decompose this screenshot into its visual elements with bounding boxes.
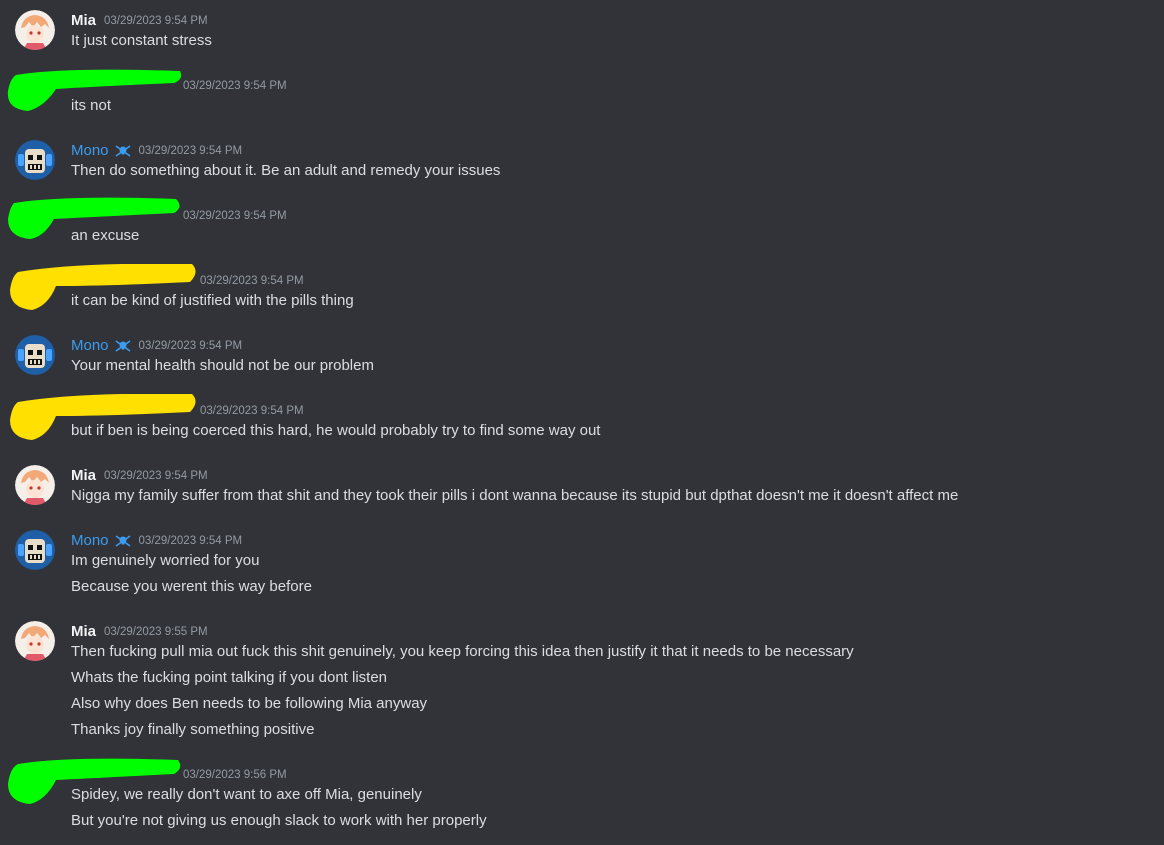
timestamp: 03/29/2023 9:54 PM: [138, 535, 243, 547]
timestamp: 03/29/2023 9:54 PM: [183, 80, 287, 92]
message-text: but if ben is being coerced this hard, h…: [71, 422, 601, 439]
avatar-mono[interactable]: [15, 530, 55, 570]
avatar-mia[interactable]: [15, 621, 55, 661]
message-text: It just constant stress: [71, 32, 212, 49]
message-text: Whats the fucking point talking if you d…: [71, 669, 388, 686]
avatar-mia[interactable]: [15, 465, 55, 505]
username[interactable]: Mia: [71, 10, 96, 32]
avatar-mono[interactable]: [15, 335, 55, 375]
message-text: its not: [71, 97, 112, 114]
skull-crossbones-icon[interactable]: [115, 534, 131, 548]
timestamp: 03/29/2023 9:54 PM: [183, 210, 287, 222]
avatar-mono[interactable]: [15, 140, 55, 180]
message-text: Then fucking pull mia out fuck this shit…: [71, 643, 854, 660]
message-text: Spidey, we really don't want to axe off …: [71, 786, 422, 803]
message-text: But you're not giving us enough slack to…: [71, 812, 487, 829]
message-text: Also why does Ben needs to be following …: [71, 695, 428, 712]
username[interactable]: Mia: [71, 621, 96, 643]
timestamp: 03/29/2023 9:54 PM: [200, 275, 304, 287]
message-header: Mono 03/29/2023 9:54 PM: [71, 335, 242, 357]
message-header: Mia 03/29/2023 9:54 PM: [71, 465, 208, 487]
message-text: Nigga my family suffer from that shit an…: [71, 487, 959, 504]
timestamp: 03/29/2023 9:54 PM: [200, 405, 304, 417]
message-text: Then do something about it. Be an adult …: [71, 162, 501, 179]
message-text: an excuse: [71, 227, 140, 244]
message-header: Mia 03/29/2023 9:55 PM: [71, 621, 208, 643]
message-text: Your mental health should not be our pro…: [71, 357, 374, 374]
message-header: Mono 03/29/2023 9:54 PM: [71, 530, 242, 552]
timestamp: 03/29/2023 9:54 PM: [138, 340, 243, 352]
message-text: Im genuinely worried for you: [71, 552, 260, 569]
username[interactable]: Mono: [71, 335, 109, 357]
message-text: Because you werent this way before: [71, 578, 312, 595]
username[interactable]: Mono: [71, 530, 109, 552]
message-text: it can be kind of justified with the pil…: [71, 292, 354, 309]
timestamp: 03/29/2023 9:54 PM: [138, 145, 243, 157]
timestamp: 03/29/2023 9:55 PM: [104, 626, 208, 638]
timestamp: 03/29/2023 9:56 PM: [183, 769, 287, 781]
username[interactable]: Mono: [71, 140, 109, 162]
avatar-mia[interactable]: [15, 10, 55, 50]
timestamp: 03/29/2023 9:54 PM: [104, 15, 208, 27]
skull-crossbones-icon[interactable]: [115, 339, 131, 353]
username[interactable]: Mia: [71, 465, 96, 487]
message-header: Mia 03/29/2023 9:54 PM: [71, 10, 208, 32]
skull-crossbones-icon[interactable]: [115, 144, 131, 158]
message-text: Thanks joy finally something positive: [71, 721, 315, 738]
timestamp: 03/29/2023 9:54 PM: [104, 470, 208, 482]
message-header: Mono 03/29/2023 9:54 PM: [71, 140, 242, 162]
